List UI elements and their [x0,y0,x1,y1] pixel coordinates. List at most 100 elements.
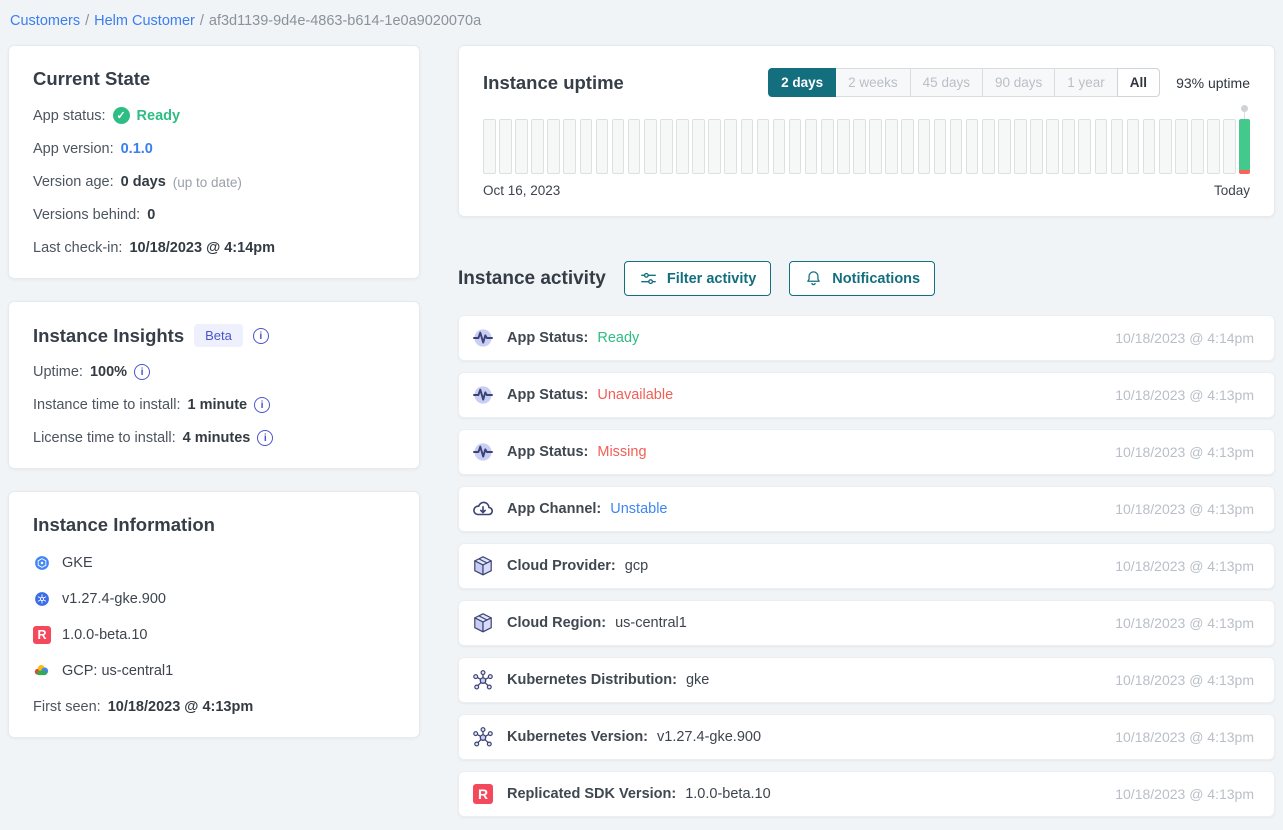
uptime-bar[interactable] [1223,119,1236,174]
uptime-bar[interactable] [1191,119,1204,174]
chart-marker-dot [1241,105,1248,112]
uptime-bar[interactable] [901,119,914,174]
app-version-row: App version: 0.1.0 [33,141,395,157]
gke-icon [33,554,51,572]
instance-time-to-install-row: Instance time to install: 1 minute i [33,397,395,413]
activity-row-icon [471,668,495,692]
uptime-bar[interactable] [1014,119,1027,174]
activity-row-value: Missing [597,444,646,460]
uptime-bar[interactable] [1127,119,1140,174]
uptime-bar[interactable] [1143,119,1156,174]
app-version-label: App version: [33,141,114,157]
uptime-bar[interactable] [741,119,754,174]
notifications-button[interactable]: Notifications [789,261,935,296]
uptime-bar[interactable] [805,119,818,174]
uptime-bar[interactable] [1030,119,1043,174]
uptime-bar[interactable] [1207,119,1220,174]
uptime-bar[interactable] [789,119,802,174]
uptime-bar[interactable] [1046,119,1059,174]
uptime-bar[interactable] [531,119,544,174]
right-column: Instance uptime 2 days2 weeks45 days90 d… [458,45,1275,828]
replicated-icon: R [33,626,51,644]
uptime-bar[interactable] [1095,119,1108,174]
instance-information-title: Instance Information [33,514,395,536]
info-icon[interactable]: i [254,397,270,413]
filter-activity-button[interactable]: Filter activity [624,261,771,296]
activity-row-value: gcp [625,558,648,574]
uptime-bar[interactable] [628,119,641,174]
activity-row-value: Ready [597,330,639,346]
uptime-bar[interactable] [1175,119,1188,174]
uptime-bar[interactable] [580,119,593,174]
uptime-bar[interactable] [676,119,689,174]
uptime-bar[interactable] [950,119,963,174]
uptime-bar[interactable] [934,119,947,174]
notifications-label: Notifications [832,271,920,287]
instance-info-item: GKE [33,554,395,572]
instance-uptime-title: Instance uptime [483,72,768,94]
activity-row: App Status:Missing10/18/2023 @ 4:13pm [458,429,1275,475]
uptime-bar[interactable] [773,119,786,174]
range-button-45-days[interactable]: 45 days [910,68,983,97]
range-button-90-days[interactable]: 90 days [982,68,1055,97]
activity-row: App Status:Ready10/18/2023 @ 4:14pm [458,315,1275,361]
uptime-bar[interactable] [644,119,657,174]
uptime-bar[interactable] [998,119,1011,174]
first-seen-value: 10/18/2023 @ 4:13pm [108,699,254,715]
uptime-bar[interactable] [708,119,721,174]
uptime-bar[interactable] [885,119,898,174]
uptime-bar[interactable] [483,119,496,174]
activity-row: Cloud Region:us-central110/18/2023 @ 4:1… [458,600,1275,646]
uptime-bar[interactable] [918,119,931,174]
info-icon[interactable]: i [257,430,273,446]
uptime-bar[interactable] [1159,119,1172,174]
range-button-1-year[interactable]: 1 year [1054,68,1118,97]
instance-insights-title: Instance Insights [33,325,184,347]
uptime-bar[interactable] [515,119,528,174]
app-version-link[interactable]: 0.1.0 [121,141,153,157]
uptime-bar[interactable] [982,119,995,174]
info-icon[interactable]: i [134,364,150,380]
uptime-bar[interactable] [692,119,705,174]
activity-row-label: Replicated SDK Version: [507,786,676,802]
uptime-bar[interactable] [837,119,850,174]
activity-row-timestamp: 10/18/2023 @ 4:13pm [1115,444,1254,460]
activity-row: App Status:Unavailable10/18/2023 @ 4:13p… [458,372,1275,418]
range-button-all[interactable]: All [1117,68,1160,97]
left-column: Current State App status: ✓ Ready App ve… [8,45,420,738]
uptime-bar[interactable] [757,119,770,174]
activity-row-timestamp: 10/18/2023 @ 4:13pm [1115,729,1254,745]
uptime-bar[interactable] [821,119,834,174]
breadcrumb-customer-link[interactable]: Helm Customer [94,13,195,29]
uptime-bar[interactable] [853,119,866,174]
activity-row: App Channel:Unstable10/18/2023 @ 4:13pm [458,486,1275,532]
instance-info-item: R1.0.0-beta.10 [33,626,395,644]
instance-information-card: Instance Information GKEv1.27.4-gke.900R… [8,491,420,738]
uptime-bar[interactable] [1078,119,1091,174]
uptime-bar[interactable] [596,119,609,174]
uptime-bar[interactable] [1062,119,1075,174]
uptime-bar[interactable] [966,119,979,174]
filter-activity-label: Filter activity [667,271,756,287]
uptime-bar[interactable] [499,119,512,174]
breadcrumb-customers-link[interactable]: Customers [10,13,80,29]
activity-row-icon [471,440,495,464]
range-button-2-weeks[interactable]: 2 weeks [835,68,911,97]
versions-behind-label: Versions behind: [33,207,140,223]
versions-behind-row: Versions behind: 0 [33,207,395,223]
activity-row-icon [471,497,495,521]
license-time-to-install-label: License time to install: [33,430,176,446]
uptime-bar[interactable] [612,119,625,174]
instance-insights-title-row: Instance Insights Beta i [33,324,395,347]
range-button-2-days[interactable]: 2 days [768,68,836,97]
uptime-bar[interactable] [660,119,673,174]
uptime-bar[interactable] [869,119,882,174]
uptime-bar[interactable] [547,119,560,174]
uptime-bar[interactable] [724,119,737,174]
uptime-bar[interactable] [563,119,576,174]
uptime-bar-current[interactable] [1239,119,1250,174]
uptime-bar[interactable] [1111,119,1124,174]
info-icon[interactable]: i [253,328,269,344]
activity-row-label: App Status: [507,387,588,403]
gcp-icon [33,662,51,680]
